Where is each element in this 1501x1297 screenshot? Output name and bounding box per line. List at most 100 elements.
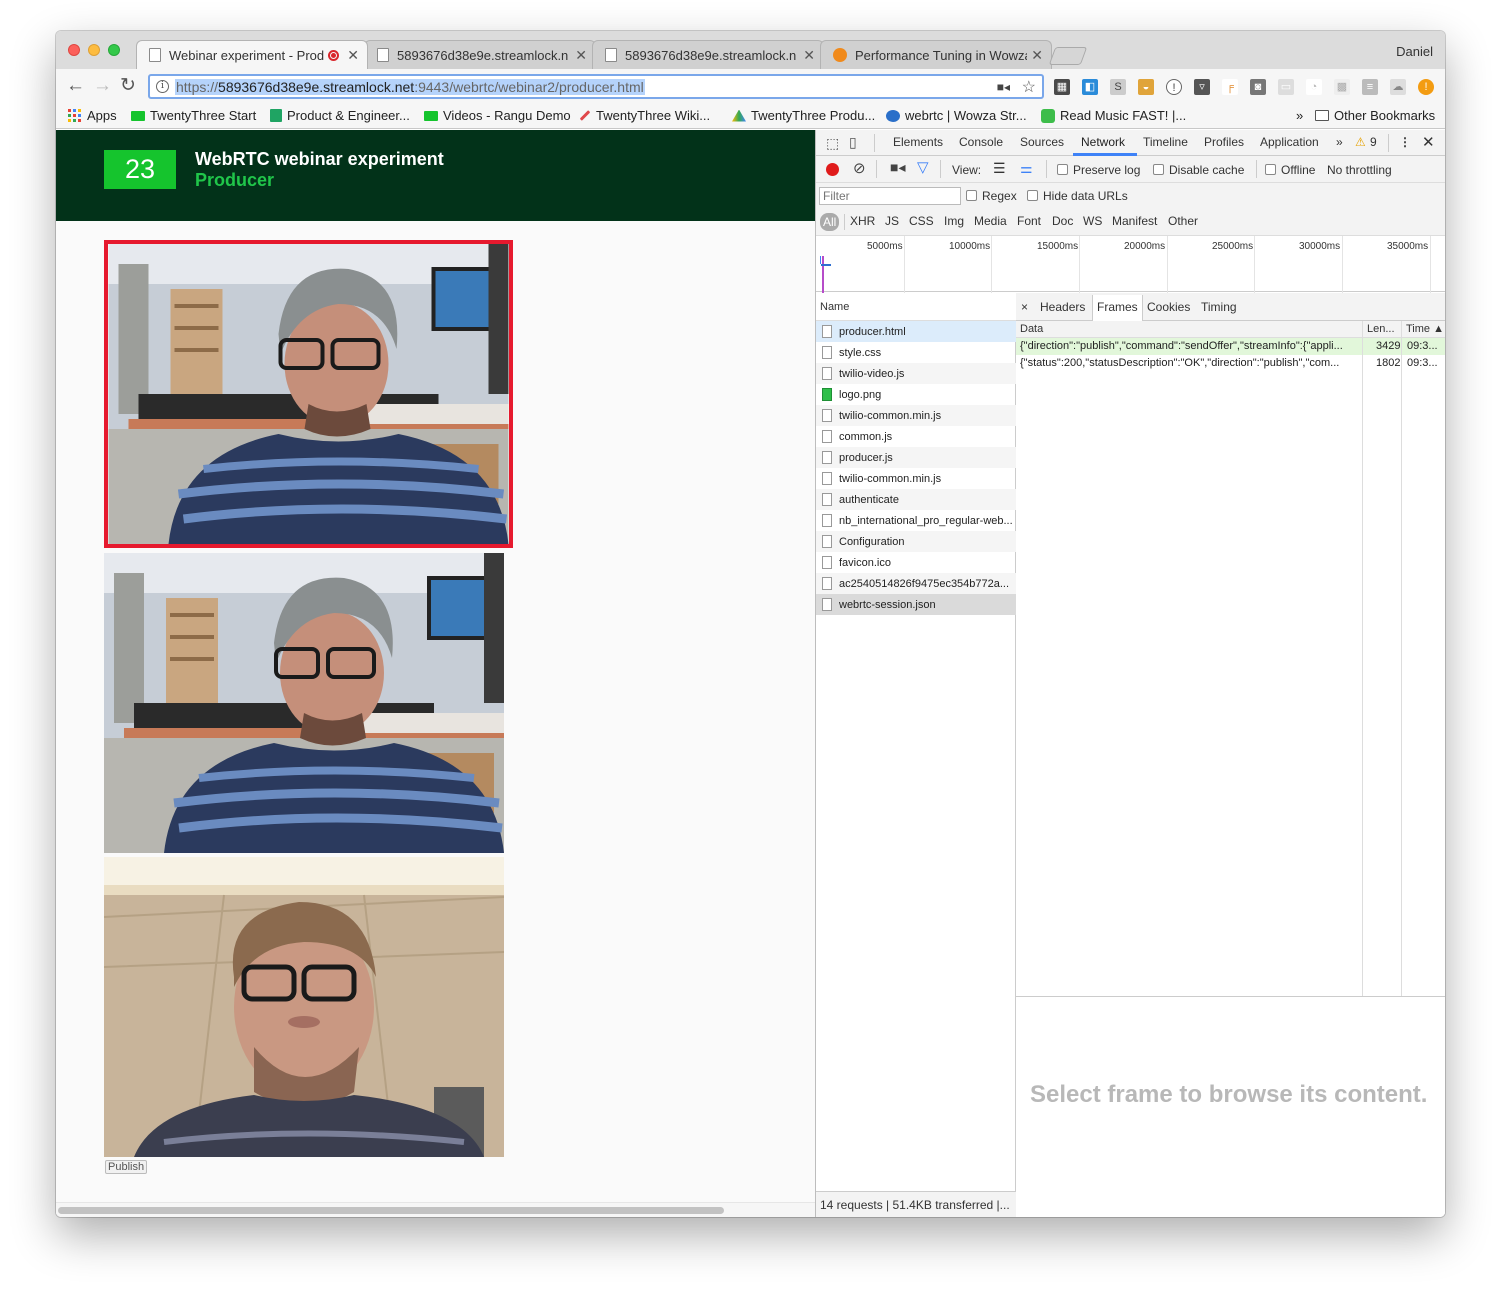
local-video-preview[interactable] [104,240,513,548]
network-overview[interactable]: 5000ms 10000ms 15000ms 20000ms 25000ms 3… [816,236,1445,318]
type-filter-media[interactable]: Media [974,214,1007,228]
bookmark-star-icon[interactable]: ☆ [1022,77,1036,97]
type-filter-doc[interactable]: Doc [1052,214,1073,228]
tab-timeline[interactable]: Timeline [1143,135,1188,149]
tab-streamlock-1[interactable]: 5893676d38e9e.streamlock.n ✕ [364,40,596,69]
request-row[interactable]: logo.png [816,384,1016,405]
type-filter-img[interactable]: Img [944,214,964,228]
bookmark-webrtc-wowza[interactable]: webrtc | Wowza Str... [886,108,1027,123]
tab-headers[interactable]: Headers [1040,300,1085,314]
tab-sources[interactable]: Sources [1020,135,1064,149]
bookmark-product-engineering[interactable]: Product & Engineer... [270,108,410,123]
close-devtools-icon[interactable]: ✕ [1422,133,1435,151]
data-column-header[interactable]: Data [1020,323,1043,335]
close-tab-icon[interactable]: ✕ [347,47,359,64]
request-row[interactable]: common.js [816,426,1016,447]
throttling-select[interactable]: No throttling [1327,163,1392,177]
ghostery-icon[interactable]: ◙ [1250,79,1266,95]
back-icon[interactable]: ← [66,76,85,96]
capture-screenshots-icon[interactable]: ■◂ [890,159,905,176]
regex-checkbox[interactable]: Regex [966,189,1017,203]
request-row[interactable]: twilio-video.js [816,363,1016,384]
producer-video[interactable] [104,553,504,853]
request-row[interactable]: Configuration [816,531,1016,552]
length-column-header[interactable]: Len... [1367,323,1395,335]
filter-icon[interactable]: ▽ [917,158,929,176]
tab-webinar-experiment[interactable]: Webinar experiment - Produ ✕ [136,40,368,69]
close-tab-icon[interactable]: ✕ [1031,47,1043,64]
extension-basket-icon[interactable]: ◒ [1138,79,1154,95]
bookmarks-overflow-button[interactable]: » [1296,108,1303,123]
request-row[interactable]: nb_international_pro_regular-web... [816,510,1016,531]
pocket-icon[interactable]: ▿ [1194,79,1210,95]
bookmark-videos-rangu[interactable]: Videos - Rangu Demo [424,108,571,123]
close-window-button[interactable] [68,44,80,56]
tab-console[interactable]: Console [959,135,1003,149]
type-filter-all[interactable]: All [820,213,840,231]
disable-cache-checkbox[interactable]: Disable cache [1153,163,1244,177]
new-tab-button[interactable] [1048,47,1088,65]
forward-icon[interactable]: → [93,76,112,96]
horizontal-scrollbar[interactable] [56,1202,815,1217]
reload-icon[interactable]: ↻ [120,76,136,96]
bookmark-read-music[interactable]: Read Music FAST! |... [1041,108,1186,123]
scrollbar-thumb[interactable] [58,1207,724,1214]
close-details-icon[interactable]: × [1021,300,1028,314]
tab-performance-tuning[interactable]: Performance Tuning in Wowza ✕ [820,40,1052,69]
tab-network[interactable]: Network [1081,135,1125,149]
warning-icon[interactable]: ⚠ [1355,135,1366,149]
extension-qr-icon[interactable]: ▦ [1054,79,1070,95]
tab-elements[interactable]: Elements [893,135,943,149]
close-tab-icon[interactable]: ✕ [803,47,815,64]
request-row[interactable]: authenticate [816,489,1016,510]
url-text[interactable]: https://5893676d38e9e.streamlock.net:944… [175,79,645,95]
checkbox-icon[interactable] [1027,190,1038,201]
checkbox-icon[interactable] [1057,164,1068,175]
preserve-log-checkbox[interactable]: Preserve log [1057,163,1140,177]
clear-icon[interactable]: ⊘ [853,159,866,177]
frame-row[interactable]: {"status":200,"statusDescription":"OK","… [1016,355,1445,372]
type-filter-xhr[interactable]: XHR [850,214,875,228]
record-icon[interactable] [826,163,839,176]
request-row[interactable]: producer.js [816,447,1016,468]
type-filter-js[interactable]: JS [885,214,899,228]
extension-grid-icon[interactable]: ▩ [1334,79,1350,95]
camera-icon[interactable]: ■◂ [997,80,1010,94]
tab-streamlock-2[interactable]: 5893676d38e9e.streamlock.n ✕ [592,40,824,69]
time-column-header[interactable]: Time ▲ [1406,323,1444,335]
frame-row[interactable]: {"direction":"publish","command":"sendOf… [1016,338,1445,355]
request-row[interactable]: favicon.ico [816,552,1016,573]
minimize-window-button[interactable] [88,44,100,56]
update-alert-icon[interactable]: ! [1418,79,1434,95]
zoom-window-button[interactable] [108,44,120,56]
type-filter-font[interactable]: Font [1017,214,1041,228]
checkbox-icon[interactable] [966,190,977,201]
checkbox-icon[interactable] [1265,164,1276,175]
publish-button[interactable]: Publish [105,1160,148,1174]
extension-chat-icon[interactable]: ▭ [1278,79,1294,95]
bookmark-twentythree-product[interactable]: TwentyThree Produ... [732,108,875,123]
request-row[interactable]: twilio-common.min.js [816,468,1016,489]
extension-drive-icon[interactable]: ◧ [1082,79,1098,95]
extension-s-icon[interactable]: S [1110,79,1126,95]
tab-cookies[interactable]: Cookies [1147,300,1190,314]
tab-application[interactable]: Application [1260,135,1319,149]
tab-profiles[interactable]: Profiles [1204,135,1244,149]
tab-frames[interactable]: Frames [1092,295,1143,321]
type-filter-ws[interactable]: WS [1083,214,1102,228]
request-row[interactable]: style.css [816,342,1016,363]
filter-input[interactable] [819,187,961,205]
warning-count[interactable]: 9 [1370,135,1377,149]
device-toolbar-icon[interactable]: ▯ [849,134,857,151]
bookmark-twentythree-wiki[interactable]: TwentyThree Wiki... [579,108,710,123]
address-bar[interactable]: i https://5893676d38e9e.streamlock.net:9… [148,74,1044,99]
request-row[interactable]: twilio-common.min.js [816,405,1016,426]
type-filter-manifest[interactable]: Manifest [1112,214,1157,228]
request-row[interactable]: webrtc-session.json [816,594,1016,615]
extension-stack-icon[interactable]: ≡ [1362,79,1378,95]
bookmark-twentythree-start[interactable]: TwentyThree Start [131,108,256,123]
extension-cloud-icon[interactable]: ☁ [1390,79,1406,95]
profile-name[interactable]: Daniel [1396,44,1433,59]
bookmark-apps[interactable]: Apps [68,108,117,123]
request-row[interactable]: ac2540514826f9475ec354b772a... [816,573,1016,594]
